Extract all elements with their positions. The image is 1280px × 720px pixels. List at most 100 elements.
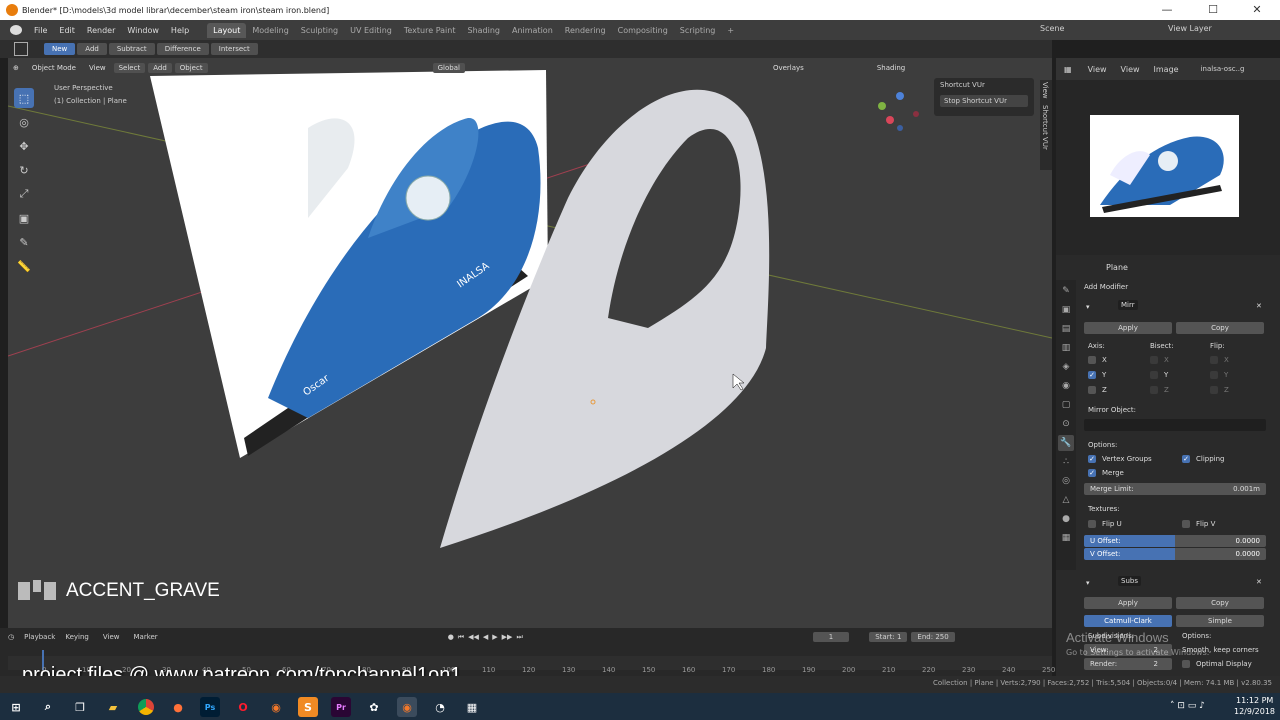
timeline-editor-icon[interactable]: ◷ <box>8 633 14 641</box>
object-menu[interactable]: Object <box>174 63 208 73</box>
mirror-remove-icon[interactable]: ✕ <box>1256 302 1262 310</box>
rotate-tool-icon[interactable]: ↻ <box>14 160 34 180</box>
subsurf-modifier-name[interactable]: Subs <box>1118 576 1141 586</box>
firefox-icon[interactable]: ● <box>168 697 188 717</box>
maximize-button[interactable]: ☐ <box>1190 0 1236 20</box>
measure-tool-icon[interactable]: 📏 <box>14 256 34 276</box>
end-frame-field[interactable]: End: 250 <box>911 632 955 642</box>
tab-layout[interactable]: Layout <box>207 22 247 38</box>
scale-tool-icon[interactable]: ⤢ <box>14 184 34 204</box>
image-view-menu-2[interactable]: View <box>1121 65 1140 74</box>
scene-props-icon[interactable]: ◈ <box>1058 359 1074 375</box>
transform-tool-icon[interactable]: ▣ <box>14 208 34 228</box>
subsurf-collapse-icon[interactable]: ▾ <box>1086 579 1090 587</box>
physics-props-icon[interactable]: ◎ <box>1058 473 1074 489</box>
speedometer-icon[interactable]: ◔ <box>430 697 450 717</box>
jump-start-icon[interactable]: ⏮ <box>458 633 464 642</box>
mirror-collapse-icon[interactable]: ▾ <box>1086 303 1090 311</box>
image-editor-type-icon[interactable]: ▦ <box>1064 65 1072 74</box>
axis-y-checkbox[interactable]: ✓ Y <box>1088 371 1106 379</box>
particles-props-icon[interactable]: ∴ <box>1058 454 1074 470</box>
texture-props-icon[interactable]: ▦ <box>1058 530 1074 546</box>
intersect-selection-button[interactable]: Intersect <box>210 43 258 55</box>
object-mode-dropdown[interactable]: Object Mode <box>27 63 81 73</box>
keying-menu[interactable]: Keying <box>65 633 89 641</box>
app-icon[interactable]: ✿ <box>364 697 384 717</box>
sidebar-tab-view[interactable]: View <box>1041 82 1049 99</box>
bisect-z-checkbox[interactable]: Z <box>1150 386 1169 394</box>
flip-x-checkbox[interactable]: X <box>1210 356 1229 364</box>
annotate-tool-icon[interactable]: ✎ <box>14 232 34 252</box>
play-icon[interactable]: ▶ <box>492 633 497 641</box>
close-button[interactable]: ✕ <box>1234 0 1280 20</box>
simple-button[interactable]: Simple <box>1176 615 1264 627</box>
v-offset-field[interactable]: V Offset: 0.0000 <box>1084 548 1266 560</box>
view-layer-selector[interactable]: View Layer <box>1168 24 1212 33</box>
image-filename[interactable]: inalsa-osc..g <box>1201 65 1245 73</box>
difference-selection-button[interactable]: Difference <box>156 43 209 55</box>
overlays-dropdown[interactable]: Overlays <box>768 63 809 73</box>
sidebar-tab-shortcut-vur[interactable]: Shortcut VUr <box>1041 105 1049 150</box>
tab-compositing[interactable]: Compositing <box>612 23 674 38</box>
next-key-icon[interactable]: ▶▶ <box>502 633 513 641</box>
optimal-display-checkbox[interactable]: Optimal Display <box>1182 660 1252 668</box>
axis-z-checkbox[interactable]: Z <box>1088 386 1107 394</box>
constraints-props-icon[interactable]: ⊙ <box>1058 416 1074 432</box>
object-props-icon[interactable]: ▢ <box>1058 397 1074 413</box>
premiere-icon[interactable]: Pr <box>331 697 351 717</box>
subsurf-apply-button[interactable]: Apply <box>1084 597 1172 609</box>
flip-u-checkbox[interactable]: Flip U <box>1088 520 1122 528</box>
tab-scripting[interactable]: Scripting <box>674 23 722 38</box>
subsurf-render-levels[interactable]: Render: 2 <box>1084 658 1172 670</box>
flip-v-checkbox[interactable]: Flip V <box>1182 520 1215 528</box>
add-menu[interactable]: Add <box>148 63 172 73</box>
prev-key-icon[interactable]: ◀◀ <box>468 633 479 641</box>
blender-active-icon[interactable]: ◉ <box>397 697 417 717</box>
subtract-selection-button[interactable]: Subtract <box>108 43 155 55</box>
select-box-icon[interactable] <box>14 42 28 56</box>
shading-dropdown[interactable]: Shading <box>872 63 910 73</box>
flip-y-checkbox[interactable]: Y <box>1210 371 1228 379</box>
current-frame-field[interactable]: 1 <box>812 632 850 642</box>
cursor-tool-icon[interactable]: ◎ <box>14 112 34 132</box>
record-button-icon[interactable]: ● <box>448 633 454 641</box>
tray-icons[interactable]: ˄ ⊡ ▭ ♪ <box>1170 701 1205 711</box>
subsurf-remove-icon[interactable]: ✕ <box>1256 578 1262 586</box>
bisect-x-checkbox[interactable]: X <box>1150 356 1169 364</box>
jump-end-icon[interactable]: ⏭ <box>516 633 522 642</box>
file-explorer-icon[interactable]: ▰ <box>103 697 123 717</box>
tab-modeling[interactable]: Modeling <box>246 23 294 38</box>
menu-window[interactable]: Window <box>121 26 165 35</box>
opera-icon[interactable]: O <box>233 697 253 717</box>
transform-orientation-dropdown[interactable]: Global <box>432 63 465 73</box>
playback-menu[interactable]: Playback <box>24 633 55 641</box>
menu-file[interactable]: File <box>28 26 53 35</box>
tool-props-icon[interactable]: ✎ <box>1058 283 1074 299</box>
start-frame-field[interactable]: Start: 1 <box>869 632 908 642</box>
photoshop-icon[interactable]: Ps <box>200 697 220 717</box>
axis-x-checkbox[interactable]: X <box>1088 356 1107 364</box>
render-props-icon[interactable]: ▣ <box>1058 302 1074 318</box>
merge-checkbox[interactable]: ✓ Merge <box>1088 469 1124 477</box>
windows-start-icon[interactable]: ⊞ <box>6 697 26 717</box>
world-props-icon[interactable]: ◉ <box>1058 378 1074 394</box>
add-workspace-button[interactable]: + <box>721 23 740 38</box>
add-modifier-dropdown[interactable]: Add Modifier <box>1084 283 1128 291</box>
3d-viewport[interactable]: INALSA Oscar User Perspective (1) Collec… <box>8 58 1052 628</box>
calculator-icon[interactable]: ▦ <box>462 697 482 717</box>
blender-icon[interactable]: ◉ <box>266 697 286 717</box>
tab-rendering[interactable]: Rendering <box>559 23 612 38</box>
bisect-y-checkbox[interactable]: Y <box>1150 371 1168 379</box>
vertex-groups-checkbox[interactable]: ✓ Vertex Groups <box>1088 455 1152 463</box>
blender-menu-icon[interactable] <box>10 25 22 35</box>
sublime-icon[interactable]: S <box>298 697 318 717</box>
tab-sculpting[interactable]: Sculpting <box>295 23 344 38</box>
minimize-button[interactable]: — <box>1144 0 1190 20</box>
data-props-icon[interactable]: △ <box>1058 492 1074 508</box>
tab-uv-editing[interactable]: UV Editing <box>344 23 398 38</box>
material-props-icon[interactable]: ● <box>1058 511 1074 527</box>
menu-help[interactable]: Help <box>165 26 195 35</box>
editor-type-icon[interactable]: ⊕ <box>8 63 24 73</box>
scene-selector[interactable]: Scene <box>1040 24 1064 33</box>
clipping-checkbox[interactable]: ✓ Clipping <box>1182 455 1225 463</box>
